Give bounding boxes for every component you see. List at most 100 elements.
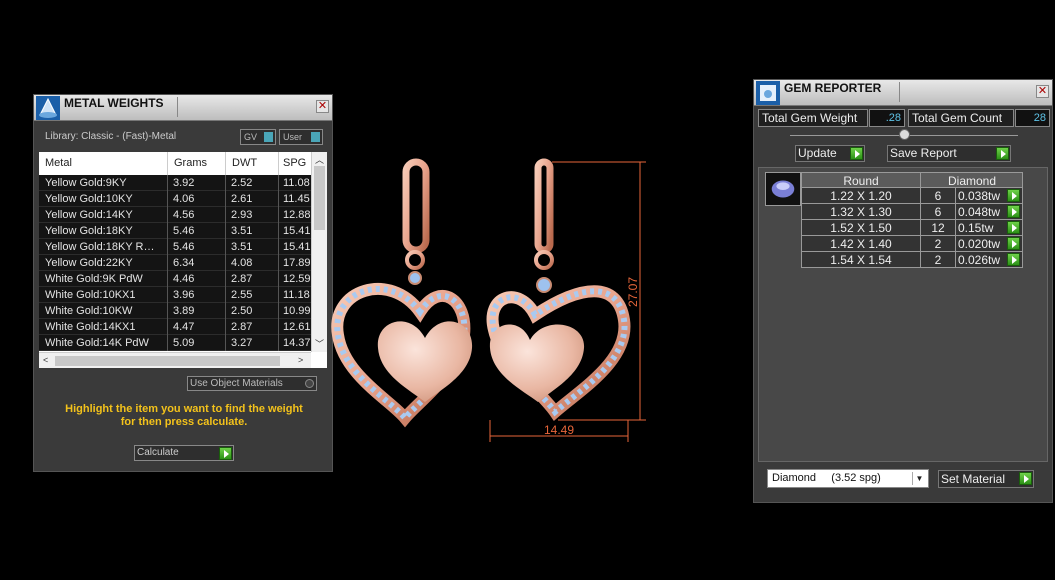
gem-table: Round Diamond 1.22 X 1.20 6 0.038tw 1.32 X … <box>801 172 1023 268</box>
metal-weights-icon <box>36 96 60 120</box>
grams-cell: 3.96 <box>173 289 195 301</box>
metal-cell: Yellow Gold:10KY <box>45 193 133 205</box>
scroll-up-icon[interactable]: ︿ <box>315 153 324 166</box>
gem-reporter-title: GEM REPORTER <box>784 81 882 95</box>
col-header-grams[interactable]: Grams <box>174 157 207 169</box>
metal-weights-titlebar[interactable]: METAL WEIGHTS ✕ <box>34 95 332 121</box>
spg-cell: 15.41 <box>283 241 311 253</box>
gem-reporter-titlebar[interactable]: GEM REPORTER ✕ <box>754 80 1052 106</box>
spg-cell: 12.59 <box>283 273 311 285</box>
grams-cell: 3.89 <box>173 305 195 317</box>
gem-row[interactable]: 1.32 X 1.30 6 0.048tw <box>801 204 1023 220</box>
spg-cell: 11.18 <box>283 289 310 301</box>
gem-size-cell: 1.32 X 1.30 <box>830 205 892 219</box>
user-toggle-label: User <box>283 132 303 142</box>
round-diamond-icon[interactable] <box>765 172 801 206</box>
horizontal-scrollbar[interactable]: < > <box>39 352 311 368</box>
gem-weight-cell: 0.038tw <box>958 189 1001 203</box>
table-row[interactable]: Yellow Gold:18KY R… 5.46 3.51 15.41 <box>39 239 311 255</box>
gv-toggle[interactable]: GV <box>240 129 276 145</box>
grams-cell: 6.34 <box>173 257 195 269</box>
save-report-button[interactable]: Save Report <box>887 145 1011 162</box>
col-header-metal[interactable]: Metal <box>45 157 72 169</box>
gem-list: Round Diamond 1.22 X 1.20 6 0.038tw 1.32 X … <box>758 167 1048 462</box>
table-row[interactable]: Yellow Gold:22KY 6.34 4.08 17.89 <box>39 255 311 271</box>
chevron-down-icon[interactable]: ▼ <box>912 472 926 485</box>
right-earring <box>486 158 631 421</box>
gem-weight-cell: 0.048tw <box>958 205 1001 219</box>
close-icon[interactable]: ✕ <box>1036 85 1049 98</box>
vertical-scrollbar[interactable]: ︿ ﹀ <box>311 152 327 352</box>
user-toggle[interactable]: User <box>279 129 323 145</box>
dwt-cell: 3.51 <box>231 225 253 237</box>
metal-weights-panel: METAL WEIGHTS ✕ Library: Classic - (Fast… <box>33 94 333 472</box>
use-object-materials-toggle[interactable]: Use Object Materials <box>187 376 317 391</box>
dwt-cell: 2.61 <box>231 193 253 205</box>
scroll-left-icon[interactable]: < <box>43 355 48 365</box>
dwt-cell: 3.27 <box>231 337 253 349</box>
grams-cell: 4.06 <box>173 193 195 205</box>
gem-row[interactable]: 1.42 X 1.40 2 0.020tw <box>801 236 1023 252</box>
gem-row[interactable]: 1.54 X 1.54 2 0.026tw <box>801 252 1023 268</box>
earrings-viewport[interactable]: 27.07 14.49 <box>330 150 660 450</box>
play-icon[interactable] <box>219 447 232 460</box>
report-slider-knob[interactable] <box>899 129 910 140</box>
calculate-label: Calculate <box>137 447 179 458</box>
table-row[interactable]: White Gold:9K PdW 4.46 2.87 12.59 <box>39 271 311 287</box>
gem-count-cell: 2 <box>934 237 942 251</box>
col-header-dwt[interactable]: DWT <box>232 157 257 169</box>
table-row[interactable]: Yellow Gold:18KY 5.46 3.51 15.41 <box>39 223 311 239</box>
hint-line-1: Highlight the item you want to find the … <box>65 403 303 415</box>
gem-row[interactable]: 1.52 X 1.50 12 0.15tw <box>801 220 1023 236</box>
update-label: Update <box>798 146 837 160</box>
metal-table-header: Metal Grams DWT SPG <box>39 152 311 175</box>
metal-table: Metal Grams DWT SPG Yellow Gold:9KY 3.92 2… <box>39 152 327 368</box>
update-button[interactable]: Update <box>795 145 865 162</box>
grams-cell: 5.46 <box>173 225 195 237</box>
scroll-down-icon[interactable]: ﹀ <box>315 337 324 350</box>
gem-row[interactable]: 1.22 X 1.20 6 0.038tw <box>801 188 1023 204</box>
calculate-button[interactable]: Calculate <box>134 445 234 461</box>
metal-cell: Yellow Gold:9KY <box>45 177 127 189</box>
library-label: Library: Classic - (Fast)-Metal <box>45 131 177 142</box>
grams-cell: 4.56 <box>173 209 195 221</box>
table-row[interactable]: White Gold:10KX1 3.96 2.55 11.18 <box>39 287 311 303</box>
play-icon[interactable] <box>1007 205 1020 218</box>
hscroll-thumb[interactable] <box>55 356 280 366</box>
metal-cell: White Gold:10KX1 <box>45 289 136 301</box>
material-select[interactable]: Diamond (3.52 spg) ▼ <box>767 469 929 488</box>
table-row[interactable]: White Gold:14KX1 4.47 2.87 12.61 <box>39 319 311 335</box>
gem-table-body: 1.22 X 1.20 6 0.038tw 1.32 X 1.30 6 0.048tw 1.… <box>801 188 1023 268</box>
play-icon[interactable] <box>1007 221 1020 234</box>
calculate-hint: Highlight the item you want to find the … <box>44 403 324 429</box>
col-header-spg[interactable]: SPG <box>283 157 306 169</box>
height-dimension-label: 27.07 <box>626 277 640 307</box>
gv-toggle-knob <box>264 132 273 142</box>
grams-cell: 5.09 <box>173 337 195 349</box>
gem-weight-cell: 0.026tw <box>958 253 1001 267</box>
play-icon[interactable] <box>1019 472 1032 485</box>
table-row[interactable]: Yellow Gold:14KY 4.56 2.93 12.88 <box>39 207 311 223</box>
gem-count-cell: 6 <box>934 189 942 203</box>
spg-cell: 12.88 <box>283 209 311 221</box>
close-icon[interactable]: ✕ <box>316 100 329 113</box>
gem-size-cell: 1.54 X 1.54 <box>830 253 892 267</box>
scroll-right-icon[interactable]: > <box>298 355 303 365</box>
dwt-cell: 4.08 <box>231 257 253 269</box>
scroll-thumb[interactable] <box>314 166 325 230</box>
play-icon[interactable] <box>1007 253 1020 266</box>
table-row[interactable]: White Gold:14K PdW 5.09 3.27 14.37 <box>39 335 311 351</box>
play-icon[interactable] <box>1007 237 1020 250</box>
col-header-diamond: Diamond <box>947 174 997 188</box>
table-row[interactable]: Yellow Gold:9KY 3.92 2.52 11.08 <box>39 175 311 191</box>
set-material-button[interactable]: Set Material <box>938 470 1034 488</box>
play-icon[interactable] <box>1007 189 1020 202</box>
gem-weight-cell: 0.020tw <box>958 237 1001 251</box>
total-gem-count-value: 28 <box>1015 109 1050 127</box>
play-icon[interactable] <box>996 147 1009 160</box>
dwt-cell: 2.55 <box>231 289 253 301</box>
col-header-round: Round <box>843 174 879 188</box>
play-icon[interactable] <box>850 147 863 160</box>
table-row[interactable]: White Gold:10KW 3.89 2.50 10.99 <box>39 303 311 319</box>
table-row[interactable]: Yellow Gold:10KY 4.06 2.61 11.45 <box>39 191 311 207</box>
